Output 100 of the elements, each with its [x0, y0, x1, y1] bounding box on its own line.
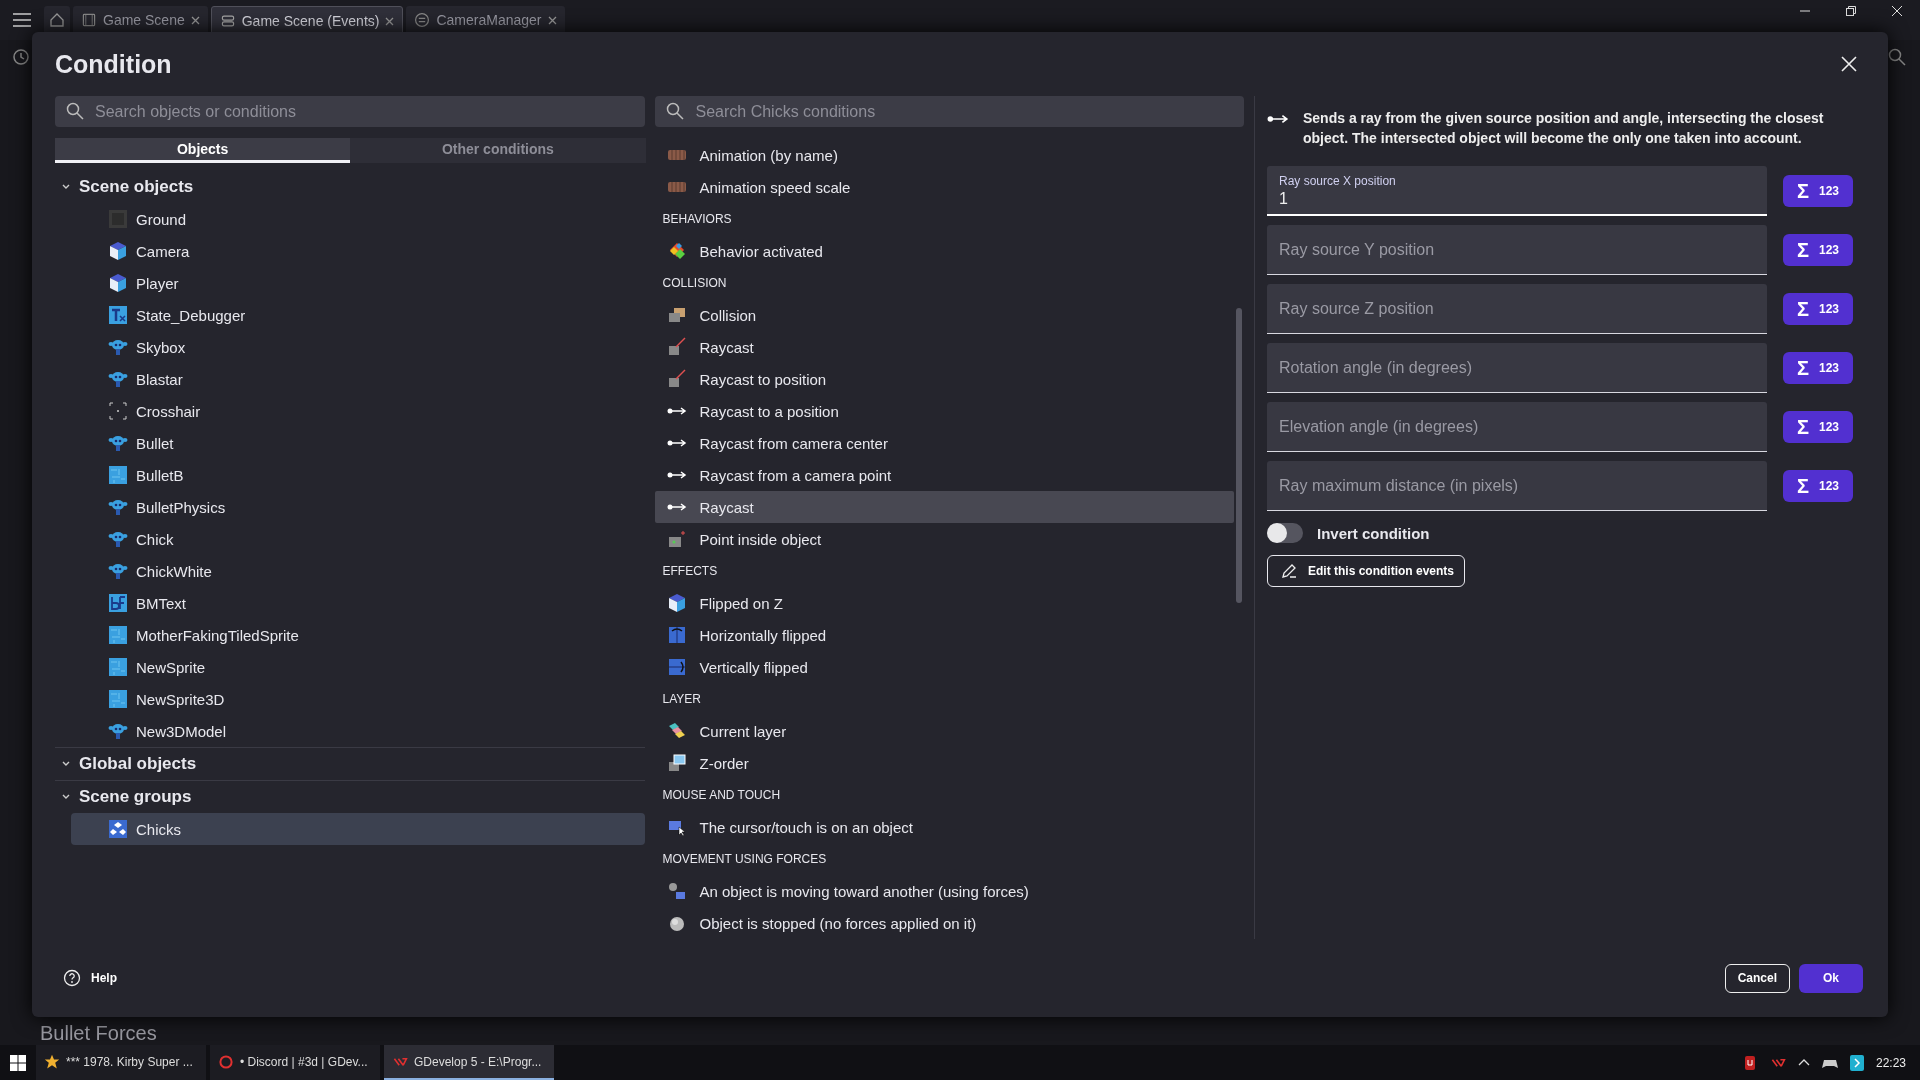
object-item[interactable]: BulletB	[71, 459, 646, 491]
taskbar-app[interactable]: *** 1978. Kirby Super ...	[36, 1045, 206, 1080]
ok-button[interactable]: Ok	[1799, 963, 1863, 993]
flip-icon	[667, 657, 688, 677]
condition-item[interactable]: An object is moving toward another (using forces)	[655, 875, 1234, 907]
star-icon[interactable]	[44, 1053, 60, 1070]
object-item[interactable]: New3DModel	[71, 715, 646, 747]
expression-button[interactable]: Σ 123	[1783, 175, 1853, 207]
search-field[interactable]: Search objects or conditions	[55, 96, 646, 127]
layers-icon	[667, 721, 688, 741]
object-item[interactable]: Chicks	[71, 813, 646, 845]
model-icon	[108, 497, 128, 517]
expression-button[interactable]: Σ 123	[1783, 470, 1853, 502]
object-item[interactable]: NewSprite3D	[71, 683, 646, 715]
expression-button[interactable]: Σ 123	[1783, 293, 1853, 325]
app-tray-icon[interactable]	[1849, 1054, 1864, 1071]
expression-button[interactable]: Σ 123	[1783, 352, 1853, 384]
expression-button[interactable]: Σ 123	[1783, 411, 1853, 443]
condition-item[interactable]: Vertically flipped	[655, 651, 1234, 683]
ray-box-icon	[667, 369, 688, 389]
condition-item[interactable]: Animation speed scale	[655, 171, 1234, 203]
condition-item[interactable]: Raycast from camera center	[655, 427, 1234, 459]
model-icon	[108, 337, 128, 357]
toggle-switch[interactable]	[1267, 523, 1303, 543]
event-group-title: Bullet Forces	[40, 1021, 157, 1045]
object-item[interactable]: Bullet	[71, 427, 646, 459]
restore-icon[interactable]	[1846, 6, 1856, 16]
taskbar-app[interactable]: • Discord | #3d | GDev...	[210, 1045, 380, 1080]
help-icon[interactable]	[63, 969, 81, 987]
condition-description: Sends a ray from the given source position and angle, intersecting the closest object. The intersected object will become the only one taken into account.	[1303, 109, 1825, 148]
condition-item[interactable]: Flipped on Z	[655, 587, 1234, 619]
condition-item[interactable]: Z-order	[655, 747, 1234, 779]
panel-tab[interactable]: Objects	[55, 138, 351, 163]
object-item[interactable]: Skybox	[71, 331, 646, 363]
condition-item[interactable]: Current layer	[655, 715, 1234, 747]
history-icon[interactable]	[12, 48, 30, 66]
object-item[interactable]: Crosshair	[71, 395, 646, 427]
object-item[interactable]: BulletPhysics	[71, 491, 646, 523]
search-icon	[66, 102, 84, 120]
help-button[interactable]: Help	[55, 969, 125, 987]
home-icon[interactable]	[49, 12, 65, 28]
scrollbar-thumb[interactable]	[1236, 308, 1242, 603]
object-item[interactable]: MotherFakingTiledSprite	[71, 619, 646, 651]
editor-tab[interactable]: CameraManager	[406, 6, 565, 34]
search-icon[interactable]	[1888, 48, 1906, 66]
expression-button[interactable]: Σ 123	[1783, 234, 1853, 266]
menu-icon[interactable]	[13, 13, 31, 27]
condition-item[interactable]: Horizontally flipped	[655, 619, 1234, 651]
object-item[interactable]: Camera	[71, 235, 646, 267]
object-item[interactable]: State_Debugger	[71, 299, 646, 331]
category-heading: COLLISION	[661, 275, 728, 292]
condition-item[interactable]: Raycast	[655, 331, 1234, 363]
condition-item[interactable]: Raycast to a position	[655, 395, 1234, 427]
object-item[interactable]: Player	[71, 267, 646, 299]
condition-item[interactable]: Behavior activated	[655, 235, 1234, 267]
cube-icon	[667, 593, 688, 613]
object-item[interactable]: ChickWhite	[71, 555, 646, 587]
object-item[interactable]: Ground	[71, 203, 646, 235]
condition-item[interactable]: The cursor/touch is on an object	[655, 811, 1234, 843]
windows-logo-icon[interactable]	[10, 1054, 26, 1071]
condition-item[interactable]: Raycast to position	[655, 363, 1234, 395]
group-heading[interactable]: Scene groups	[79, 787, 192, 807]
panel-tab[interactable]: Other conditions	[350, 138, 646, 163]
object-item[interactable]: BMText	[71, 587, 646, 619]
parameter-field[interactable]: Ray source Y position	[1267, 225, 1767, 275]
cube-icon	[108, 241, 128, 261]
editor-tab[interactable]: Game Scene	[73, 6, 208, 34]
edit-events-button[interactable]: Edit this condition events	[1267, 555, 1465, 587]
film-icon	[81, 12, 97, 28]
point-icon	[667, 529, 688, 549]
sprite-icon	[108, 625, 128, 645]
home-button[interactable]	[44, 6, 70, 34]
ring-icon[interactable]	[218, 1053, 234, 1070]
list-icon	[219, 13, 236, 29]
condition-item[interactable]: Raycast	[655, 491, 1234, 523]
parameter-field[interactable]: Elevation angle (in degrees)	[1267, 402, 1767, 452]
sprite-icon	[108, 657, 128, 677]
object-item[interactable]: Chick	[71, 523, 646, 555]
object-item[interactable]: Blastar	[71, 363, 646, 395]
pencil-icon[interactable]	[1280, 562, 1298, 580]
condition-item[interactable]: Raycast from a camera point	[655, 459, 1234, 491]
taskbar-app[interactable]: GDevelop 5 - E:\Progr...	[384, 1045, 554, 1080]
category-heading: BEHAVIORS	[661, 211, 733, 228]
toggle-label: Invert condition	[1317, 524, 1430, 542]
condition-item[interactable]: Point inside object	[655, 523, 1234, 555]
model-icon	[108, 721, 128, 741]
parameter-field[interactable]: Ray maximum distance (in pixels)	[1267, 461, 1767, 511]
group-heading[interactable]: Global objects	[79, 754, 197, 774]
object-item[interactable]: NewSprite	[71, 651, 646, 683]
forces-icon	[667, 881, 688, 901]
condition-item[interactable]: Animation (by name)	[655, 139, 1234, 171]
clock-time[interactable]: 22:23	[1875, 1055, 1906, 1070]
condition-item[interactable]: Object is stopped (no forces applied on it)	[655, 907, 1234, 939]
parameter-field[interactable]: Ray source Z position	[1267, 284, 1767, 334]
condition-item[interactable]: Collision	[655, 299, 1234, 331]
cancel-button[interactable]: Cancel	[1724, 963, 1790, 993]
parameter-field[interactable]: Rotation angle (in degrees)	[1267, 343, 1767, 393]
search-field[interactable]: Search Chicks conditions	[655, 96, 1244, 127]
group-heading[interactable]: Scene objects	[79, 177, 194, 197]
crosshair-icon	[108, 401, 128, 421]
